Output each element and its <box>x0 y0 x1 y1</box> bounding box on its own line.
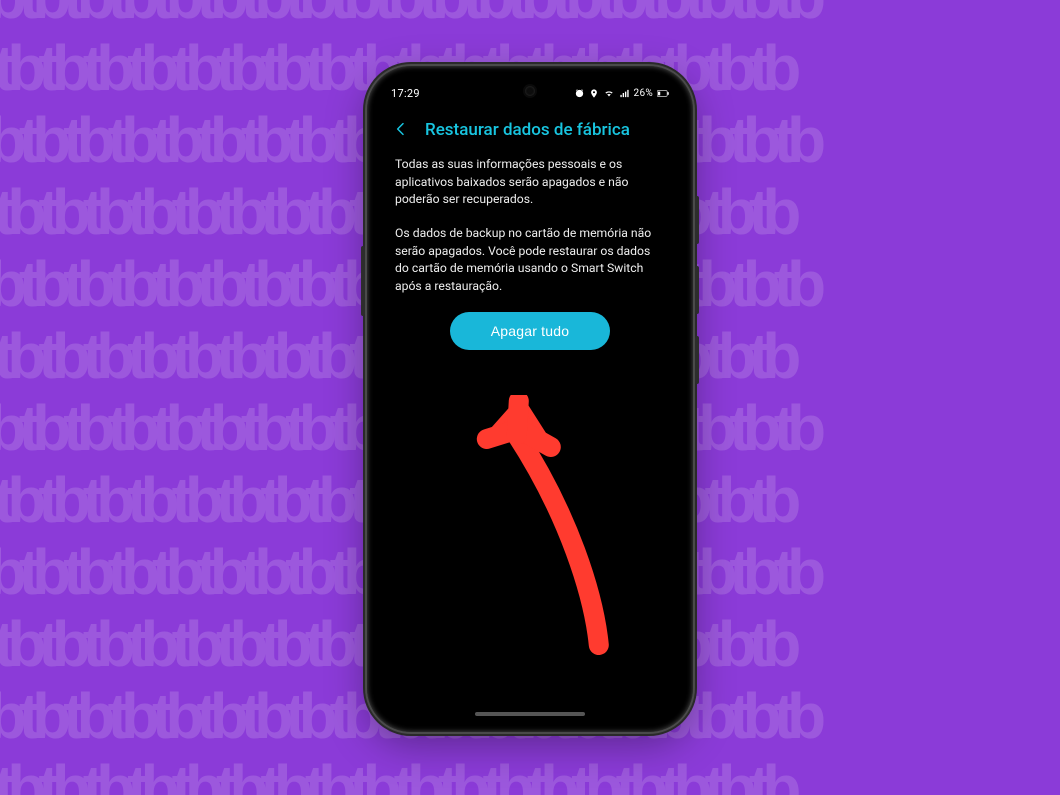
page-background: tbtbtbtbtbtbtbtbtbtbtbtbtbtbtbtbtbtbtbtb… <box>0 0 1060 795</box>
back-button[interactable] <box>387 116 415 144</box>
battery-icon <box>657 88 669 99</box>
body-text: Todas as suas informações pessoais e os … <box>377 150 683 296</box>
button-area: Apagar tudo <box>377 312 683 350</box>
phone-frame: 17:29 26% <box>367 66 693 732</box>
gesture-bar[interactable] <box>475 712 585 716</box>
warning-paragraph-2: Os dados de backup no cartão de memória … <box>395 225 665 296</box>
chevron-left-icon <box>393 121 409 140</box>
alarm-icon <box>574 88 585 99</box>
camera-hole <box>525 86 535 96</box>
location-icon <box>589 88 599 99</box>
erase-all-button[interactable]: Apagar tudo <box>450 312 610 350</box>
wifi-icon <box>603 88 615 99</box>
battery-text: 26% <box>634 88 653 99</box>
page-header: Restaurar dados de fábrica <box>377 106 683 150</box>
page-title: Restaurar dados de fábrica <box>425 120 630 140</box>
warning-paragraph-1: Todas as suas informações pessoais e os … <box>395 156 665 209</box>
status-icons: 26% <box>574 88 669 99</box>
signal-icon <box>619 88 630 99</box>
status-time: 17:29 <box>391 87 420 100</box>
phone-screen: 17:29 26% <box>377 76 683 722</box>
